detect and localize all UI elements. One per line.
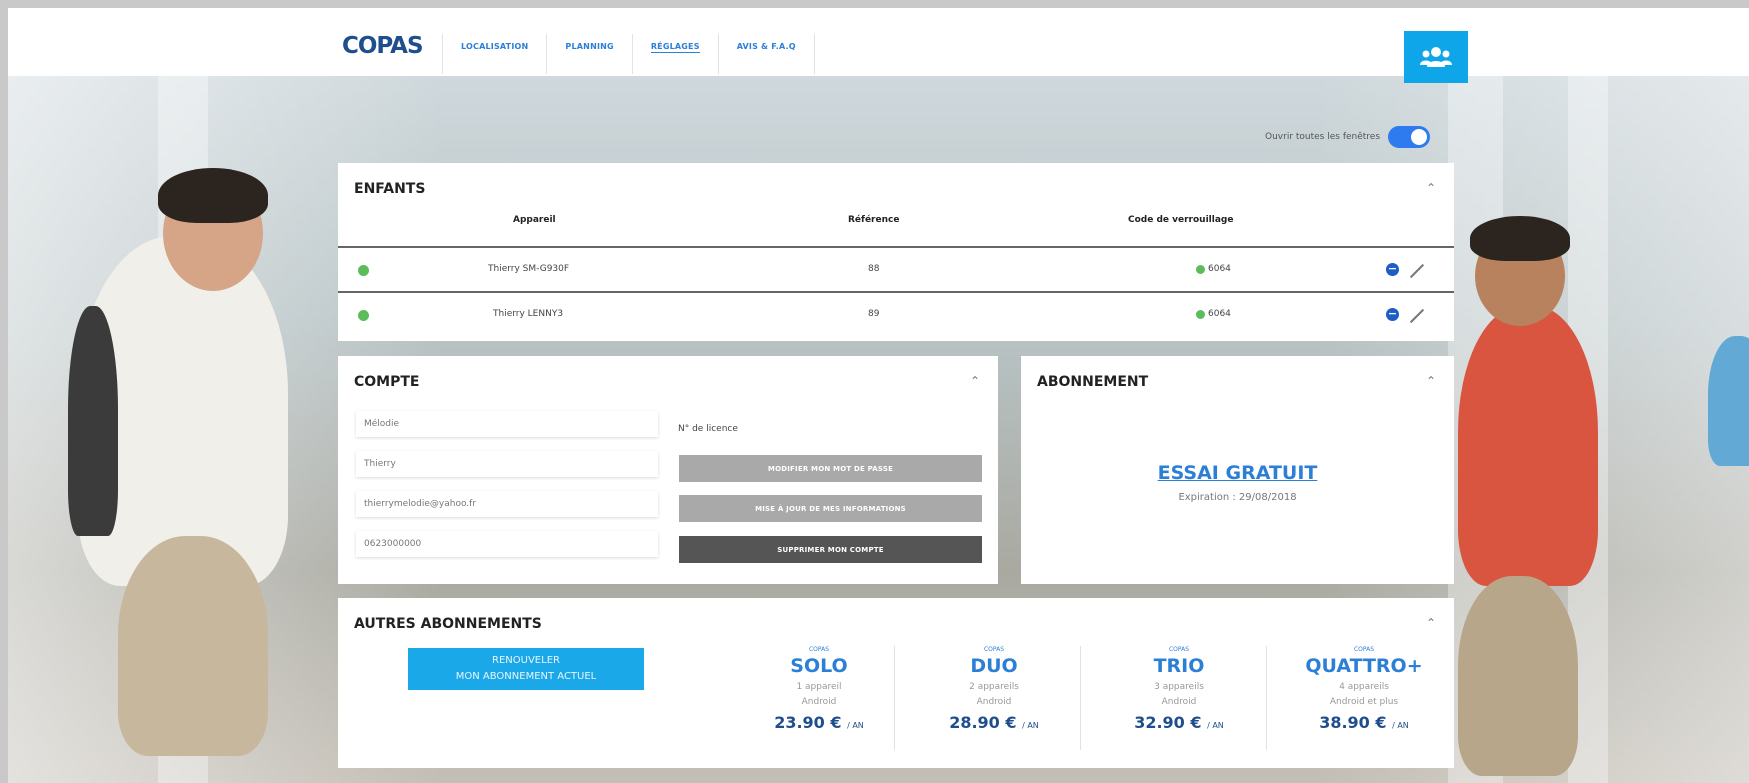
delete-account-button[interactable]: SUPPRIMER MON COMPTE <box>679 536 982 563</box>
nav-planning[interactable]: PLANNING <box>546 34 631 74</box>
copas-logo[interactable]: COPAS <box>342 33 424 59</box>
col-reference: Référence <box>848 215 900 225</box>
device-name: Thierry SM-G930F <box>488 264 570 274</box>
renew-line1: RENOUVELER <box>492 655 560 666</box>
email-field[interactable]: thierrymelodie@yahoo.fr <box>356 491 658 517</box>
plan-name: DUO <box>970 655 1018 677</box>
plan-divider <box>1266 646 1267 750</box>
firstname-field[interactable]: Mélodie <box>356 411 658 437</box>
update-info-button[interactable]: MISE À JOUR DE MES INFORMATIONS <box>679 495 982 522</box>
remove-device-icon[interactable]: − <box>1386 308 1399 321</box>
edit-pencil-icon[interactable] <box>1409 263 1425 279</box>
enfants-title: ENFANTS <box>354 181 426 197</box>
code-status-dot <box>1196 310 1205 319</box>
plan-trio[interactable]: COPAS TRIO 3 appareils Android 32.90 € /… <box>1088 646 1270 732</box>
app-frame: COPAS LOCALISATION PLANNING RÉGLAGES AVI… <box>8 8 1749 783</box>
licence-label: N° de licence <box>678 424 738 434</box>
plan-name: TRIO <box>1153 655 1205 677</box>
plan-devices: 4 appareils <box>1339 682 1389 692</box>
plan-divider <box>1080 646 1081 750</box>
main-nav: LOCALISATION PLANNING RÉGLAGES AVIS & F.… <box>442 34 815 74</box>
collapse-chevron-icon[interactable]: ⌃ <box>970 374 980 388</box>
plan-platform: Android et plus <box>1329 697 1399 707</box>
remove-device-icon[interactable]: − <box>1386 263 1399 276</box>
plan-brand: COPAS <box>983 646 1005 653</box>
users-button[interactable] <box>1404 31 1468 83</box>
device-reference: 89 <box>868 309 880 319</box>
lastname-field[interactable]: Thierry <box>356 451 658 477</box>
plan-devices: 2 appareils <box>969 682 1019 692</box>
device-reference: 88 <box>868 264 880 274</box>
abonnement-title: ABONNEMENT <box>1037 374 1149 390</box>
collapse-chevron-icon[interactable]: ⌃ <box>1426 181 1436 195</box>
table-row: Thierry SM-G930F 88 6064 − <box>338 246 1454 291</box>
autres-abonnements-panel: AUTRES ABONNEMENTS ⌃ RENOUVELER MON ABON… <box>338 598 1454 768</box>
plan-name: SOLO <box>790 655 848 677</box>
plan-brand: COPAS <box>808 646 830 653</box>
open-all-windows-row: Ouvrir toutes les fenêtres <box>1265 126 1431 148</box>
current-plan-link[interactable]: ESSAI GRATUIT <box>1021 462 1454 484</box>
compte-title: COMPTE <box>354 374 420 390</box>
nav-localisation[interactable]: LOCALISATION <box>442 34 546 74</box>
plan-devices: 3 appareils <box>1154 682 1204 692</box>
renew-line2: MON ABONNEMENT ACTUEL <box>455 671 597 682</box>
enfants-panel: ENFANTS ⌃ Appareil Référence Code de ver… <box>338 163 1454 341</box>
code-status-dot <box>1196 265 1205 274</box>
lock-code: 6064 <box>1208 309 1231 319</box>
status-online-dot <box>358 265 369 276</box>
autres-title: AUTRES ABONNEMENTS <box>354 616 542 632</box>
plan-duo[interactable]: COPAS DUO 2 appareils Android 28.90 € / … <box>903 646 1085 732</box>
table-row: Thierry LENNY3 89 6064 − <box>338 291 1454 336</box>
plan-name: QUATTRO+ <box>1305 655 1423 677</box>
abonnement-panel: ABONNEMENT ⌃ ESSAI GRATUIT Expiration : … <box>1021 356 1454 584</box>
plan-brand: COPAS <box>1168 646 1190 653</box>
renew-subscription-button[interactable]: RENOUVELER MON ABONNEMENT ACTUEL <box>408 648 644 690</box>
plan-price: 28.90 € / AN <box>949 713 1039 732</box>
top-header: COPAS LOCALISATION PLANNING RÉGLAGES AVI… <box>8 8 1749 83</box>
compte-panel: COMPTE ⌃ Mélodie Thierry thierrymelodie@… <box>338 356 998 584</box>
plan-divider <box>894 646 895 750</box>
plan-platform: Android <box>801 697 837 707</box>
plan-quattro[interactable]: COPAS QUATTRO+ 4 appareils Android et pl… <box>1273 646 1455 732</box>
toggle-label: Ouvrir toutes les fenêtres <box>1265 132 1381 142</box>
device-name: Thierry LENNY3 <box>493 309 564 319</box>
edit-pencil-icon[interactable] <box>1409 308 1425 324</box>
nav-avis-faq[interactable]: AVIS & F.A.Q <box>717 34 815 74</box>
col-code: Code de verrouillage <box>1128 215 1234 225</box>
users-group-icon <box>1420 47 1452 67</box>
lock-code: 6064 <box>1208 264 1231 274</box>
logo-text: COPAS <box>342 33 424 59</box>
plan-platform: Android <box>976 697 1012 707</box>
collapse-chevron-icon[interactable]: ⌃ <box>1426 374 1436 388</box>
status-online-dot <box>358 310 369 321</box>
plan-price: 23.90 € / AN <box>774 713 864 732</box>
plan-solo[interactable]: COPAS SOLO 1 appareil Android 23.90 € / … <box>728 646 910 732</box>
plan-price: 32.90 € / AN <box>1134 713 1224 732</box>
plan-price: 38.90 € / AN <box>1319 713 1409 732</box>
change-password-button[interactable]: MODIFIER MON MOT DE PASSE <box>679 455 982 482</box>
phone-field[interactable]: 0623000000 <box>356 531 658 557</box>
open-all-windows-toggle[interactable] <box>1388 126 1431 148</box>
plan-platform: Android <box>1161 697 1197 707</box>
collapse-chevron-icon[interactable]: ⌃ <box>1426 616 1436 630</box>
nav-reglages[interactable]: RÉGLAGES <box>631 34 718 74</box>
expiration-text: Expiration : 29/08/2018 <box>1178 492 1297 503</box>
plan-brand: COPAS <box>1353 646 1375 653</box>
plan-devices: 1 appareil <box>796 682 842 692</box>
col-appareil: Appareil <box>513 215 556 225</box>
